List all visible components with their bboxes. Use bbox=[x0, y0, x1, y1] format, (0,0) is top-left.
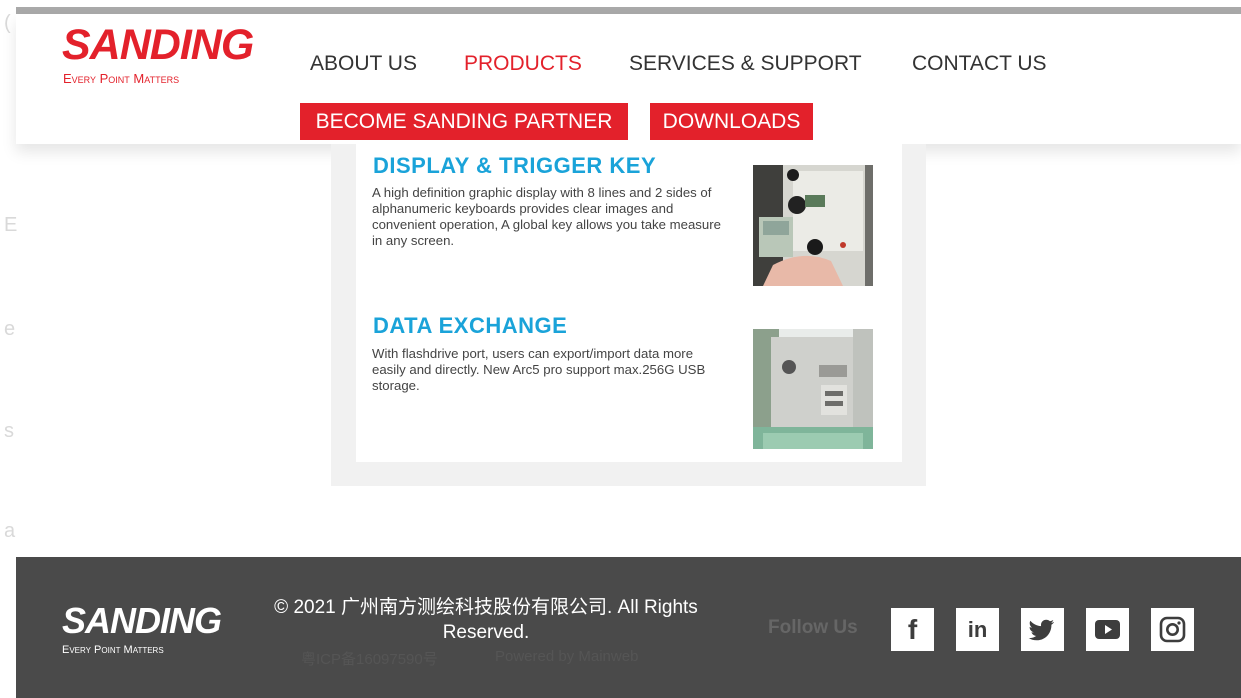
copyright-text-line1: © 2021 广州南方测绘科技股份有限公司. All Rights bbox=[274, 597, 698, 618]
total-station-keypad-photo bbox=[753, 165, 873, 286]
background-text-fragment: a bbox=[4, 520, 16, 542]
copyright-text-line2: Reserved. bbox=[442, 622, 530, 643]
background-text-fragment: E bbox=[4, 214, 18, 236]
facebook-icon: f bbox=[907, 614, 918, 645]
background-text-fragment: s bbox=[4, 420, 14, 442]
powered-by-link[interactable]: Powered by Mainweb bbox=[495, 648, 638, 665]
feature-desc-data-exchange: With flashdrive port, users can export/i… bbox=[372, 346, 706, 393]
feature-title-display: DISPLAY & TRIGGER KEY bbox=[373, 153, 657, 178]
background-text-fragment: e bbox=[4, 318, 16, 340]
header-top-strip bbox=[16, 7, 1241, 14]
downloads-button[interactable]: DOWNLOADS bbox=[650, 103, 813, 140]
feature-desc-display: A high definition graphic display with 8… bbox=[372, 185, 721, 248]
background-text-fragment: ( bbox=[4, 12, 11, 34]
footer-logo-wordmark: SANDING bbox=[62, 600, 222, 641]
nav-products[interactable]: PRODUCTS bbox=[464, 52, 582, 76]
feature-title-data-exchange: DATA EXCHANGE bbox=[373, 313, 568, 338]
linkedin-button[interactable]: in bbox=[956, 608, 999, 651]
nav-services-support[interactable]: SERVICES & SUPPORT bbox=[629, 52, 862, 76]
nav-contact-us[interactable]: CONTACT US bbox=[912, 52, 1047, 76]
total-station-usb-port-photo bbox=[753, 329, 873, 449]
header-logo[interactable]: SANDING Every Point Matters bbox=[62, 21, 257, 86]
facebook-button[interactable]: f bbox=[891, 608, 934, 651]
nav-about-us[interactable]: ABOUT US bbox=[310, 52, 417, 76]
footer-logo-tagline: Every Point Matters bbox=[62, 644, 164, 656]
logo-wordmark: SANDING bbox=[62, 21, 254, 69]
instagram-icon bbox=[1151, 608, 1194, 651]
linkedin-icon: in bbox=[967, 617, 988, 642]
logo-tagline: Every Point Matters bbox=[63, 71, 180, 86]
footer-logo[interactable]: SANDING Every Point Matters bbox=[62, 603, 232, 663]
follow-us-label: Follow Us bbox=[768, 617, 858, 638]
instagram-button[interactable] bbox=[1151, 608, 1194, 651]
site-header: SANDING Every Point Matters ABOUT US PRO… bbox=[16, 14, 1241, 144]
twitter-icon bbox=[1021, 608, 1064, 651]
twitter-button[interactable] bbox=[1021, 608, 1064, 651]
become-partner-button[interactable]: BECOME SANDING PARTNER bbox=[300, 103, 628, 140]
youtube-icon bbox=[1086, 608, 1129, 651]
youtube-button[interactable] bbox=[1086, 608, 1129, 651]
icp-link[interactable]: 粤ICP备16097590号 bbox=[301, 648, 438, 669]
